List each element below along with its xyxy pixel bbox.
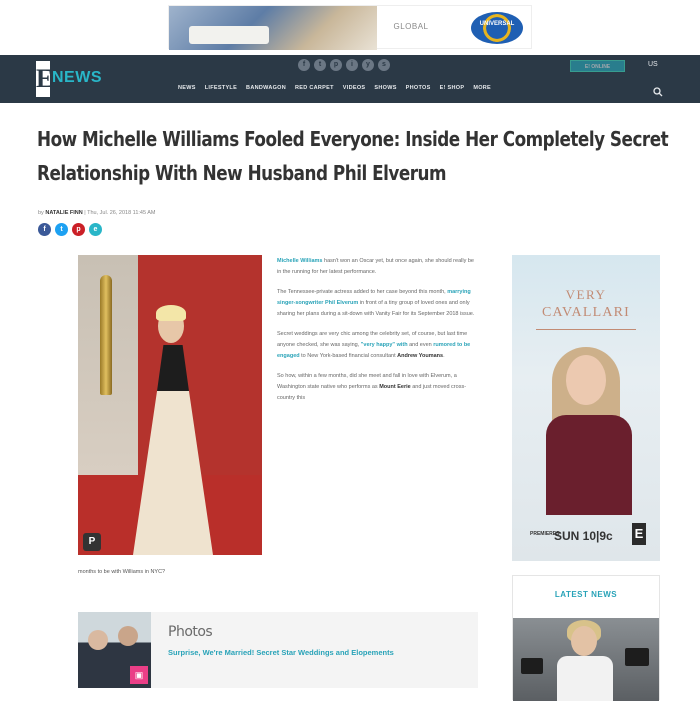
ad-headline-line2: CAVALLARI [541,305,631,320]
logo-news: NEWS [52,69,102,86]
nav-item-lifestyle[interactable]: LIFESTYLE [205,85,246,91]
image-caption: months to be with Williams in NYC? [78,569,166,575]
photos-gallery-link[interactable]: Surprise, We're Married! Secret Star Wed… [168,648,428,658]
paragraph: Michelle Williams hasn't won an Oscar ye… [277,256,477,278]
tv-schedule-button[interactable]: E! ONLINE [570,60,625,72]
article-date: | Thu, Jul. 26, 2018 11:45 AM [84,210,156,216]
share-buttons: f t p e [38,223,102,236]
ad-text: GLOBAL [393,22,429,31]
inline-link[interactable]: "very happy" with [361,342,408,348]
latest-news-image[interactable] [513,618,659,701]
nav-item-photos[interactable]: PHOTOS [406,85,440,91]
hotel-room-image [169,6,377,50]
instagram-icon[interactable]: i [346,59,358,71]
logo-e: E [36,61,53,97]
ad-logo-text: UNIVERSAL [479,21,515,27]
share-facebook-icon[interactable]: f [38,223,51,236]
pinterest-pin-icon[interactable]: P [83,533,101,551]
paragraph: So how, within a few months, did she mee… [277,371,477,404]
gallery-icon: ▣ [130,666,148,684]
nav-item-bandwagon[interactable]: BANDWAGON [246,85,295,91]
article-byline: by NATALIE FINN | Thu, Jul. 26, 2018 11:… [38,210,156,216]
pinterest-icon[interactable]: p [330,59,342,71]
top-advertisement[interactable]: GLOBAL UNIVERSAL [168,5,532,50]
share-email-icon[interactable]: e [89,223,102,236]
search-icon[interactable] [653,87,663,97]
header-social-links: f t p i y s [298,59,390,73]
main-nav: NEWS LIFESTYLE BANDWAGON RED CARPET VIDE… [178,85,500,91]
youtube-icon[interactable]: y [362,59,374,71]
paragraph: The Tennessee-private actress added to h… [277,287,477,320]
ad-airtime: SUN 10|9c [554,529,613,543]
photos-promo[interactable]: ▣ Photos Surprise, We're Married! Secret… [78,612,478,688]
bold-name: Mount Eerie [379,384,411,390]
article-headline: How Michelle Williams Fooled Everyone: I… [37,127,669,185]
nav-item-shop[interactable]: E! SHOP [440,85,474,91]
universal-logo-icon [471,12,523,44]
sidebar-advertisement[interactable]: VERY CAVALLARI PREMIERES SUN 10|9c E [512,255,660,561]
site-header: E NEWS f t p i y s NEWS LIFESTYLE BANDWA… [0,55,700,103]
photos-label: Photos [168,624,213,640]
nav-item-red-carpet[interactable]: RED CARPET [295,85,343,91]
ad-headline-line1: VERY [565,287,607,302]
latest-news-title: LATEST NEWS [554,590,618,599]
photos-thumbnail[interactable]: ▣ [78,612,151,688]
nav-item-shows[interactable]: SHOWS [374,85,405,91]
paragraph-text: . [443,353,445,359]
bold-name: Andrew Youmans [397,353,444,359]
share-pinterest-icon[interactable]: p [72,223,85,236]
nav-item-videos[interactable]: VIDEOS [343,85,375,91]
paragraph: Secret weddings are very chic among the … [277,329,477,362]
site-logo[interactable]: E NEWS [36,61,102,97]
paragraph-text: and even [407,342,434,348]
paragraph-text: The Tennessee-private actress added to h… [277,289,448,295]
nav-item-more[interactable]: MORE [473,85,500,91]
latest-news-widget: LATEST NEWS [512,575,660,701]
snapchat-icon[interactable]: s [378,59,390,71]
e-network-logo-icon: E [632,523,646,545]
facebook-icon[interactable]: f [298,59,310,71]
region-selector[interactable]: US [648,61,658,68]
twitter-icon[interactable]: t [314,59,326,71]
paragraph-text: to New York-based financial consultant [299,353,398,359]
article-body: Michelle Williams hasn't won an Oscar ye… [277,256,477,413]
byline-prefix: by [38,210,44,216]
oscar-statue [100,275,112,395]
share-twitter-icon[interactable]: t [55,223,68,236]
author-link[interactable]: NATALIE FINN [45,210,82,216]
inline-link[interactable]: Michelle Williams [277,258,323,264]
nav-item-news[interactable]: NEWS [178,85,205,91]
article-main-image[interactable] [78,255,262,555]
